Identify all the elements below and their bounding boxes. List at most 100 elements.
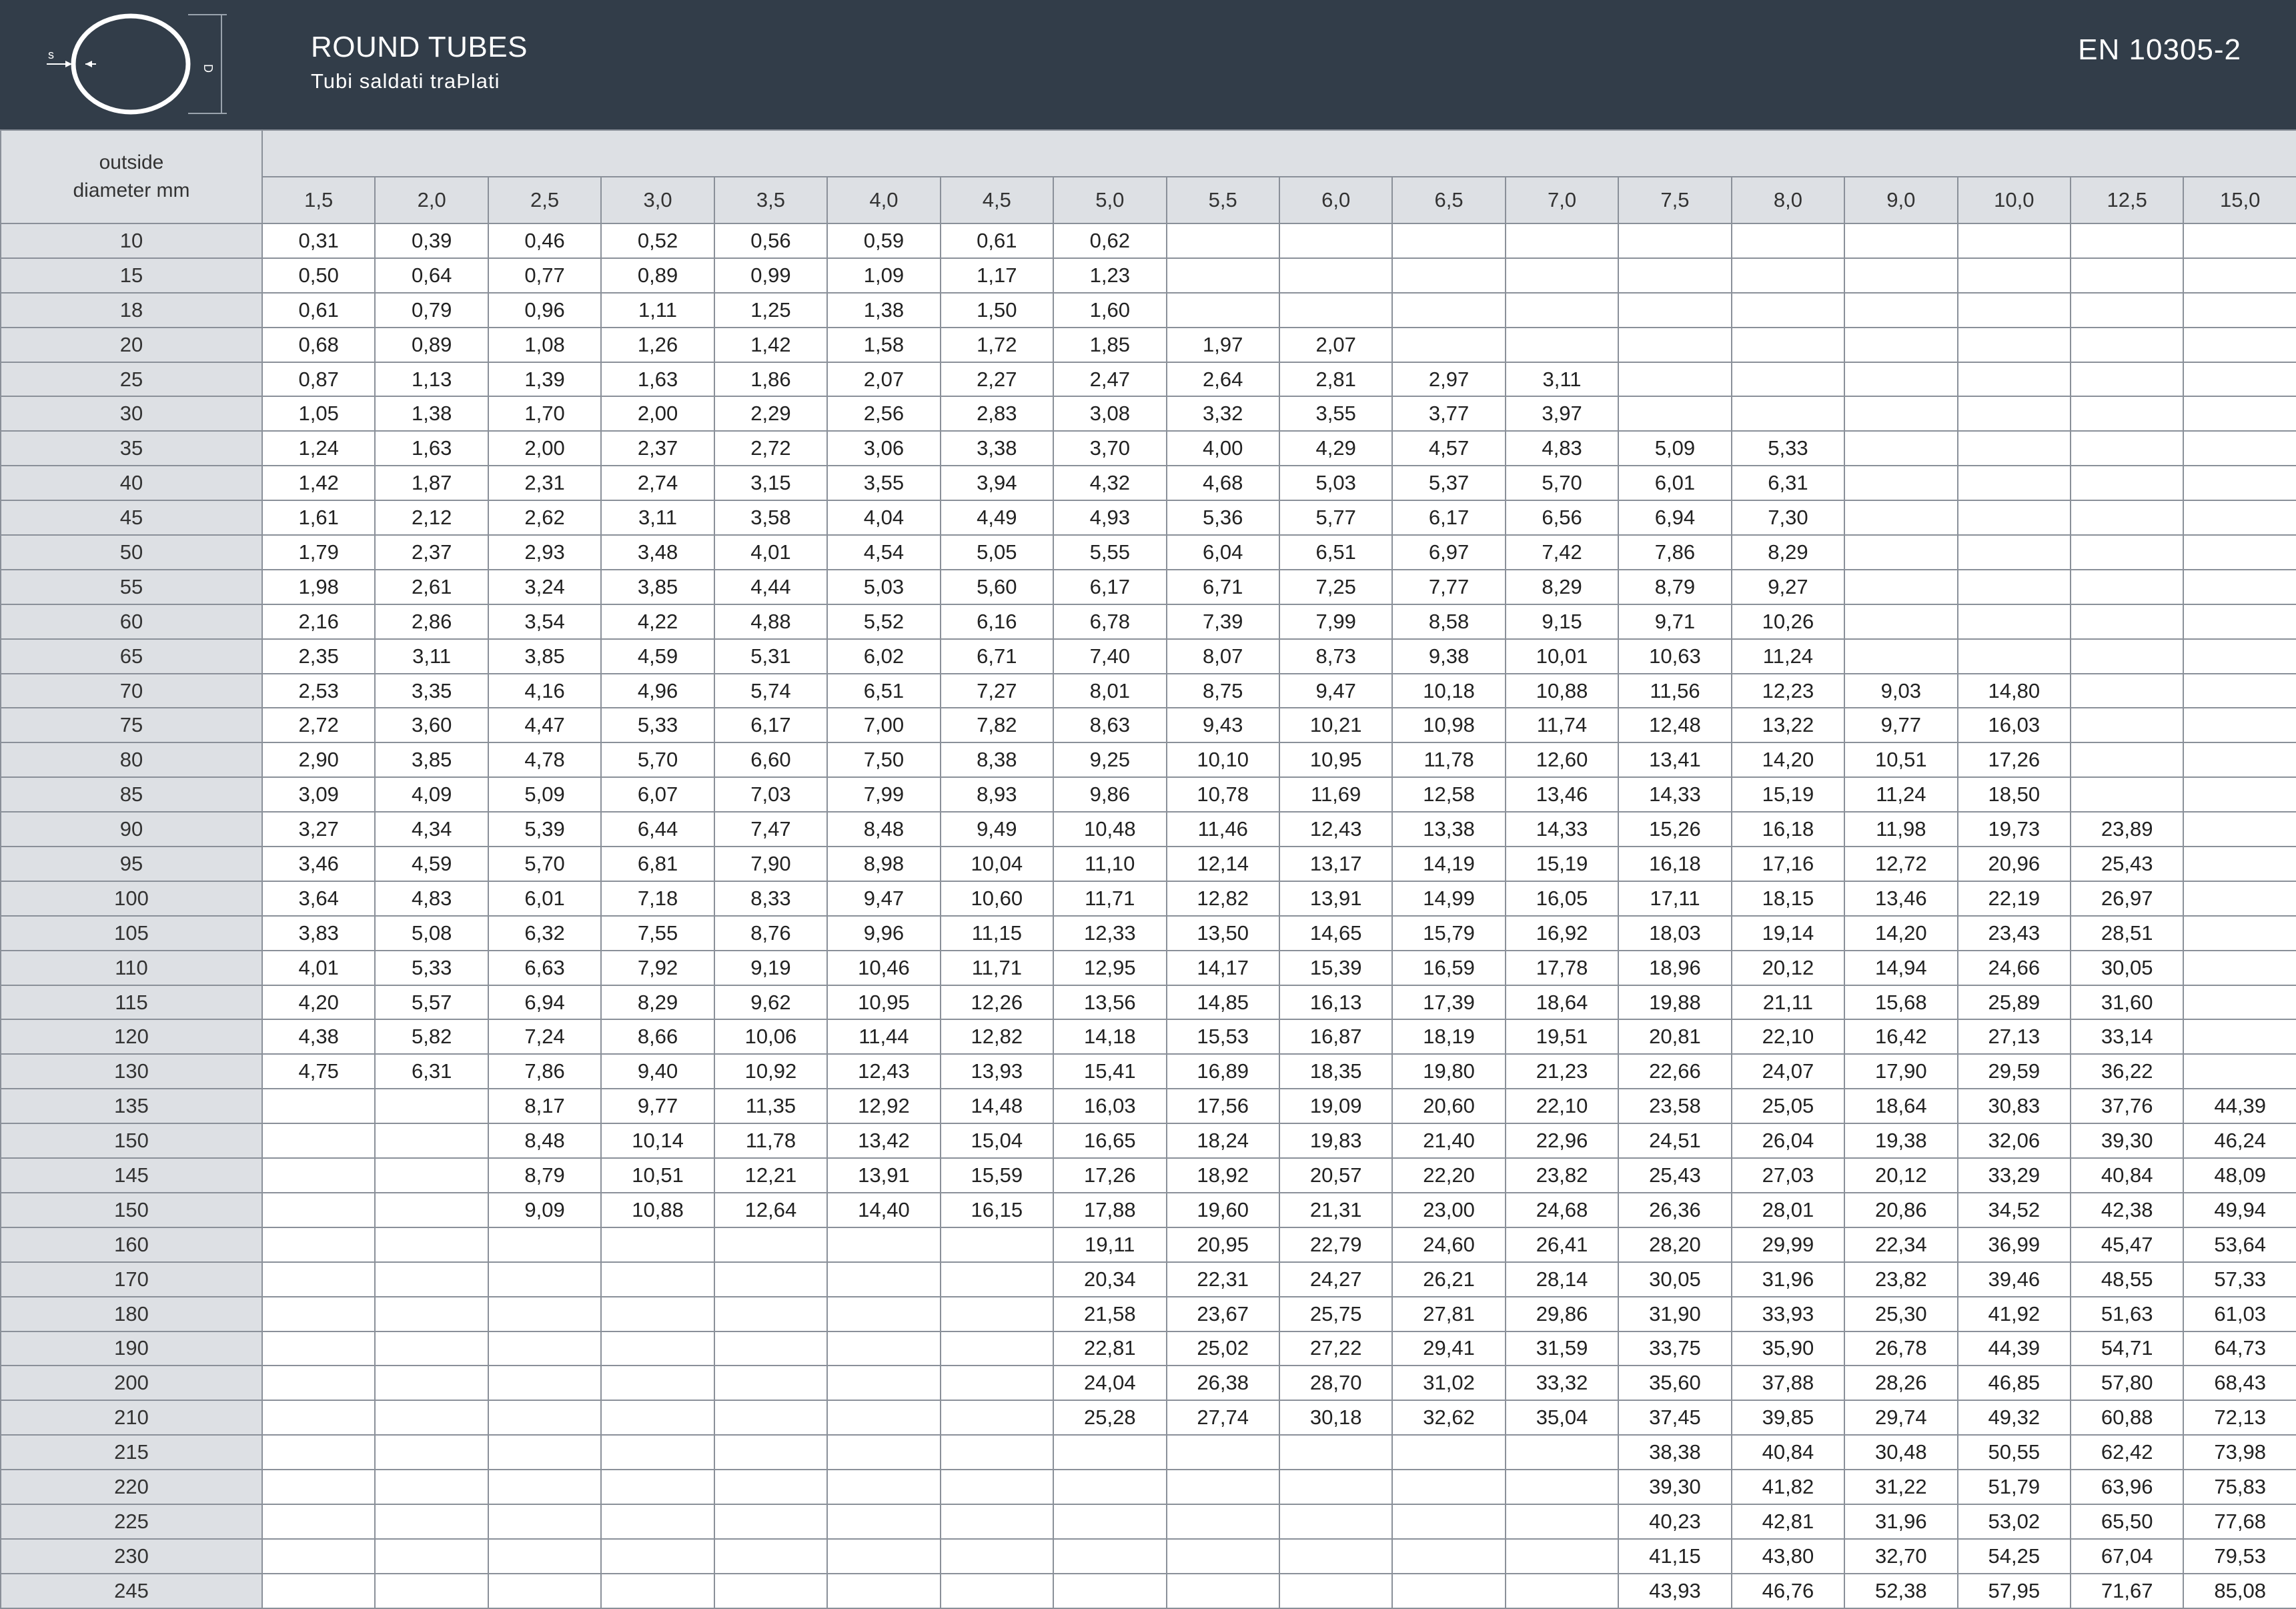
- weight-cell: 1,24: [261, 430, 376, 467]
- weight-cell: 7,18: [600, 880, 715, 917]
- weight-cell: 9,27: [1730, 568, 1846, 605]
- weight-cell: [487, 1365, 602, 1402]
- weight-cell: 4,00: [1165, 430, 1280, 467]
- weight-cell: 5,39: [487, 811, 602, 848]
- weight-cell: [713, 1330, 828, 1367]
- weight-cell: 8,01: [1053, 672, 1167, 709]
- weight-cell: 18,24: [1165, 1123, 1280, 1159]
- weight-cell: 11,24: [1844, 776, 1958, 813]
- weight-cell: 8,76: [713, 915, 828, 951]
- weight-cell: 14,99: [1391, 880, 1506, 917]
- weight-cell: 41,82: [1730, 1469, 1846, 1505]
- weight-cell: [1844, 603, 1958, 640]
- weight-cell: [600, 1295, 715, 1332]
- weight-cell: 57,95: [1956, 1572, 2072, 1609]
- weight-cell: 35,90: [1730, 1330, 1846, 1367]
- weight-cell: [2069, 672, 2185, 709]
- weight-cell: 11,46: [1165, 811, 1280, 848]
- weight-cell: 2,61: [374, 568, 489, 605]
- weight-cell: 3,85: [487, 638, 602, 674]
- weight-cell: 16,03: [1053, 1088, 1167, 1125]
- weight-cell: 28,51: [2069, 915, 2185, 951]
- weight-cell: 24,66: [1956, 949, 2072, 986]
- outside-diameter-cell: 35: [0, 430, 263, 467]
- weight-cell: 27,03: [1730, 1157, 1846, 1193]
- table-row: 80 2,90 3,85 4,78 5,70 6,60 7,50 8,38 9,25 10,10 1…: [0, 742, 2296, 778]
- weight-cell: 36,22: [2069, 1053, 2185, 1090]
- weight-cell: 0,31: [261, 223, 376, 259]
- weight-cell: [1844, 292, 1958, 328]
- weight-cell: 2,64: [1165, 361, 1280, 398]
- weight-cell: 22,19: [1956, 880, 2072, 917]
- weight-cell: 10,14: [600, 1123, 715, 1159]
- weight-cell: [1504, 326, 1620, 363]
- weight-cell: 14,40: [826, 1191, 941, 1228]
- weight-cell: 16,65: [1053, 1123, 1167, 1159]
- table-row: 210 25,28 27,74 30,18 32,62 35,04 37,45 39,85 29…: [0, 1400, 2296, 1436]
- weight-cell: 16,03: [1956, 707, 2072, 744]
- weight-cell: 8,17: [487, 1088, 602, 1125]
- weight-cell: [1278, 1572, 1393, 1609]
- weight-cell: 3,35: [374, 672, 489, 709]
- weight-cell: 28,20: [1618, 1226, 1732, 1263]
- weight-cell: 7,39: [1165, 603, 1280, 640]
- weight-cell: 12,82: [939, 1019, 1055, 1055]
- weight-cell: 57,33: [2183, 1261, 2296, 1297]
- weight-cell: [1844, 568, 1958, 605]
- weight-cell: 31,96: [1730, 1261, 1846, 1297]
- weight-cell: 6,17: [713, 707, 828, 744]
- weight-cell: 4,32: [1053, 465, 1167, 502]
- weight-cell: 11,78: [713, 1123, 828, 1159]
- weight-cell: 6,17: [1053, 568, 1167, 605]
- outside-diameter-cell: 135: [0, 1088, 263, 1125]
- weight-cell: 13,42: [826, 1123, 941, 1159]
- weight-cell: 33,32: [1504, 1365, 1620, 1402]
- weight-cell: 11,24: [1730, 638, 1846, 674]
- table-row: 85 3,09 4,09 5,09 6,07 7,03 7,99 8,93 9,86 10,78 1…: [0, 776, 2296, 813]
- weight-cell: [2069, 568, 2185, 605]
- header-banner: s D ROUND TUBES Tubi saldati traÞlati EN…: [0, 0, 2296, 129]
- weight-cell: 12,95: [1053, 949, 1167, 986]
- weight-cell: 10,51: [1844, 742, 1958, 778]
- weight-cell: 12,72: [1844, 846, 1958, 882]
- header-row-top: outside diameter mm: [0, 129, 2296, 224]
- weight-cell: 2,37: [600, 430, 715, 467]
- weight-cell: 6,97: [1391, 534, 1506, 570]
- table-row: 40 1,42 1,87 2,31 2,74 3,15 3,55 3,94 4,32 4,68 5,…: [0, 465, 2296, 502]
- weight-cell: [2183, 534, 2296, 570]
- weight-cell: 21,58: [1053, 1295, 1167, 1332]
- weight-cell: 4,38: [261, 1019, 376, 1055]
- weight-cell: 3,60: [374, 707, 489, 744]
- weight-cell: [939, 1503, 1055, 1540]
- weight-cell: 12,60: [1504, 742, 1620, 778]
- weight-cell: 18,92: [1165, 1157, 1280, 1193]
- weight-cell: [2069, 326, 2185, 363]
- weight-cell: [1844, 465, 1958, 502]
- weight-cell: [1618, 396, 1732, 432]
- weight-cell: [826, 1365, 941, 1402]
- weight-cell: [261, 1330, 376, 1367]
- weight-cell: [487, 1434, 602, 1471]
- weight-cell: 26,21: [1391, 1261, 1506, 1297]
- weight-cell: [261, 1157, 376, 1193]
- weight-cell: [2183, 257, 2296, 294]
- weight-cell: 8,33: [713, 880, 828, 917]
- weight-cell: [2183, 396, 2296, 432]
- weight-cell: 4,01: [713, 534, 828, 570]
- weight-cell: [2183, 742, 2296, 778]
- weight-cell: [939, 1434, 1055, 1471]
- weight-cell: 0,62: [1053, 223, 1167, 259]
- table-row: 120 4,38 5,82 7,24 8,66 10,06 11,44 12,82 14,18 1…: [0, 1019, 2296, 1055]
- weight-cell: 19,14: [1730, 915, 1846, 951]
- weight-cell: [826, 1295, 941, 1332]
- weight-cell: 51,63: [2069, 1295, 2185, 1332]
- weight-cell: 25,43: [2069, 846, 2185, 882]
- weight-cell: 39,30: [1618, 1469, 1732, 1505]
- weight-cell: [600, 1434, 715, 1471]
- table-row: 170 20,34 22,31 24,27 26,21 28,14 30,05 31,96 23…: [0, 1261, 2296, 1297]
- weight-cell: 42,38: [2069, 1191, 2185, 1228]
- weight-cell: 5,60: [939, 568, 1055, 605]
- weight-cell: 7,82: [939, 707, 1055, 744]
- table-row: 35 1,24 1,63 2,00 2,37 2,72 3,06 3,38 3,70 4,00 4,…: [0, 430, 2296, 467]
- weight-cell: 19,38: [1844, 1123, 1958, 1159]
